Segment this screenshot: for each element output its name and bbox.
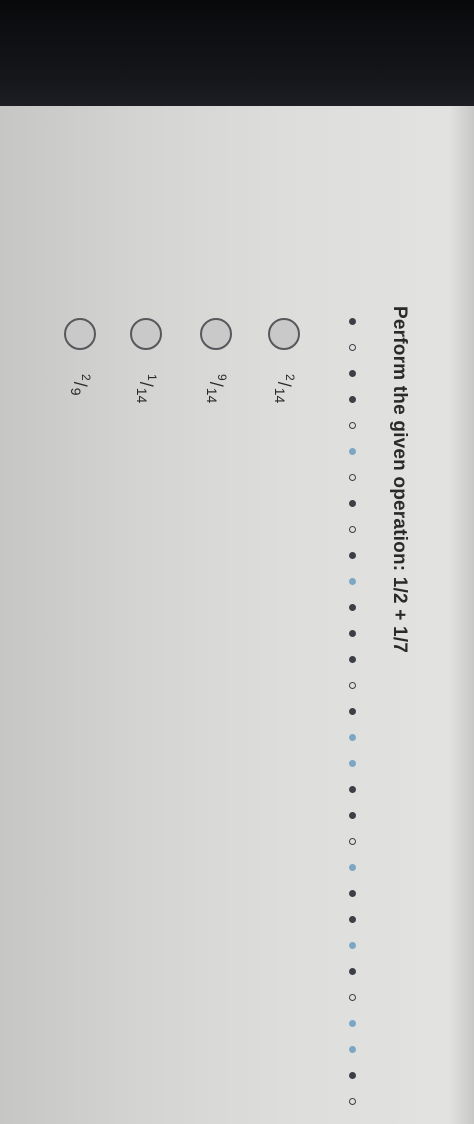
- denominator: 14: [134, 387, 151, 404]
- separator-dot: [349, 1046, 356, 1053]
- answer-label: 1/14: [134, 374, 160, 404]
- separator-dot: [349, 448, 356, 455]
- separator-dot: [349, 370, 356, 377]
- separator-dot: [349, 578, 356, 585]
- separator-dot: [349, 500, 356, 507]
- numerator: 1: [145, 374, 160, 381]
- separator-dot: [349, 630, 356, 637]
- numerator: 2: [283, 374, 298, 381]
- radio-button[interactable]: [200, 318, 232, 350]
- denominator: 14: [204, 387, 221, 404]
- separator-dot: [349, 422, 356, 429]
- answer-option-2[interactable]: 9/14: [196, 318, 236, 403]
- radio-button[interactable]: [268, 318, 300, 350]
- separator-dot: [349, 1072, 356, 1079]
- separator-dot: [349, 396, 356, 403]
- separator-dot: [349, 760, 356, 767]
- separator-dot: [349, 708, 356, 715]
- quiz-screen: Perform the given operation: 1/2 + 1/7 2…: [0, 106, 474, 1124]
- radio-button[interactable]: [130, 318, 162, 350]
- separator-dot: [349, 474, 356, 481]
- monitor-bezel: [0, 0, 474, 110]
- question-text: Perform the given operation: 1/2 + 1/7: [389, 306, 410, 654]
- fraction-slash: /: [274, 381, 295, 387]
- separator-dot: [349, 656, 356, 663]
- separator-dot: [349, 786, 356, 793]
- separator-dot: [349, 1020, 356, 1027]
- fraction-slash: /: [206, 381, 227, 387]
- separator-dot: [349, 890, 356, 897]
- question-panel: Perform the given operation: 1/2 + 1/7 2…: [0, 106, 474, 1124]
- screen-shadow: [448, 106, 474, 1124]
- separator-dot: [349, 864, 356, 871]
- answer-option-1[interactable]: 2/14: [264, 318, 304, 403]
- fraction-slash: /: [70, 381, 91, 387]
- dotted-separator: [346, 318, 356, 1118]
- denominator: 14: [272, 387, 289, 404]
- separator-dot: [349, 734, 356, 741]
- fraction-slash: /: [136, 381, 157, 387]
- separator-dot: [349, 552, 356, 559]
- answer-option-3[interactable]: 1/14: [126, 318, 166, 403]
- separator-dot: [349, 1098, 356, 1105]
- numerator: 2: [79, 374, 94, 381]
- separator-dot: [349, 942, 356, 949]
- separator-dot: [349, 604, 356, 611]
- separator-dot: [349, 916, 356, 923]
- separator-dot: [349, 526, 356, 533]
- separator-dot: [349, 318, 356, 325]
- denominator: 9: [68, 387, 85, 396]
- separator-dot: [349, 344, 356, 351]
- answer-label: 2/9: [68, 374, 94, 396]
- separator-dot: [349, 812, 356, 819]
- separator-dot: [349, 994, 356, 1001]
- separator-dot: [349, 682, 356, 689]
- radio-button[interactable]: [64, 318, 96, 350]
- answer-option-4[interactable]: 2/9: [60, 318, 100, 396]
- separator-dot: [349, 838, 356, 845]
- numerator: 9: [215, 374, 230, 381]
- separator-dot: [349, 968, 356, 975]
- answer-label: 2/14: [272, 374, 298, 404]
- answer-label: 9/14: [204, 374, 230, 404]
